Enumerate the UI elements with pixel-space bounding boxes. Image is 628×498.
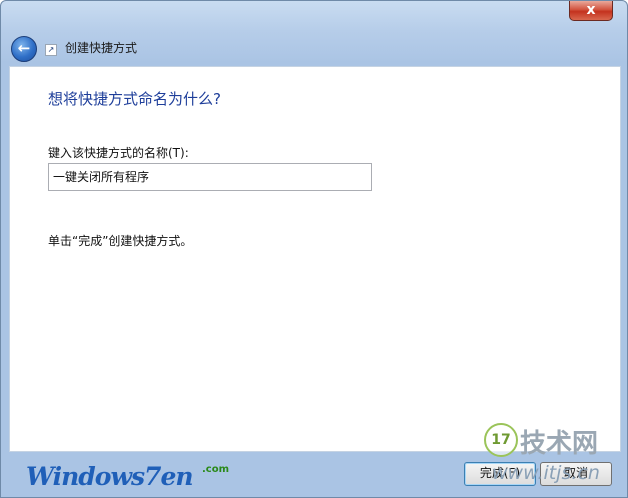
window-title: 创建快捷方式: [65, 41, 138, 55]
wizard-content: 想将快捷方式命名为什么? 键入该快捷方式的名称(T): 一键关闭所有程序 单击“…: [9, 66, 621, 491]
shortcut-name-label: 键入该快捷方式的名称(T):: [48, 146, 189, 160]
button-bar: 完成(F) 取消: [9, 450, 619, 497]
back-button[interactable]: ←: [11, 36, 37, 62]
page-heading: 想将快捷方式命名为什么?: [48, 90, 221, 108]
finish-hint: 单击“完成”创建快捷方式。: [48, 234, 193, 248]
wizard-window: x ← ↗ 创建快捷方式 想将快捷方式命名为什么? 键入该快捷方式的名称(T):…: [0, 0, 628, 498]
shortcut-icon: ↗: [45, 44, 57, 56]
cancel-button[interactable]: 取消: [540, 462, 612, 486]
back-arrow-icon: ←: [17, 39, 31, 57]
finish-button[interactable]: 完成(F): [464, 462, 536, 486]
close-icon: x: [586, 2, 596, 18]
shortcut-name-input[interactable]: 一键关闭所有程序: [48, 163, 372, 191]
close-button[interactable]: x: [569, 1, 613, 21]
